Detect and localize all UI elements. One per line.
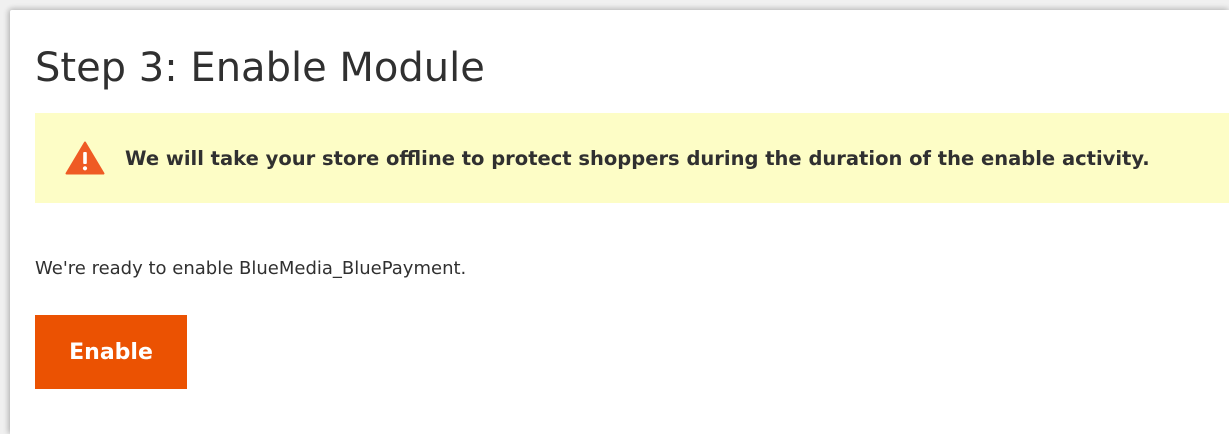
warning-triangle-icon	[65, 141, 105, 175]
warning-message: We will take your store offline to prote…	[125, 146, 1150, 170]
warning-notice: We will take your store offline to prote…	[35, 113, 1229, 203]
enable-button[interactable]: Enable	[35, 315, 187, 389]
page-title: Step 3: Enable Module	[35, 45, 485, 91]
wizard-step-panel: Step 3: Enable Module We will take your …	[10, 10, 1229, 434]
ready-message: We're ready to enable BlueMedia_BluePaym…	[35, 258, 467, 279]
